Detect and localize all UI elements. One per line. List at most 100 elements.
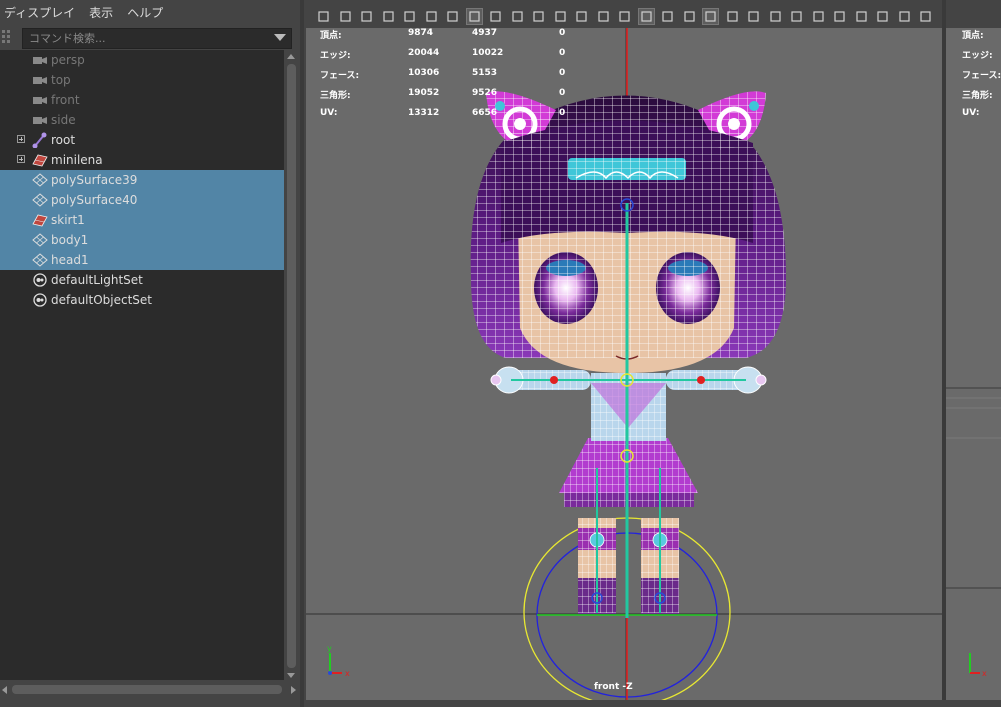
joint-icon xyxy=(32,132,48,149)
outliner-item-top[interactable]: top xyxy=(0,70,284,90)
hud-value-total: 19052 xyxy=(408,88,440,98)
xray-icon[interactable] xyxy=(854,9,869,24)
panel-grip-icon[interactable] xyxy=(2,30,16,46)
outliner-item-side[interactable]: side xyxy=(0,110,284,130)
outliner-item-head1[interactable]: head1 xyxy=(0,250,284,270)
bottom-strip xyxy=(304,700,1001,707)
poly-icon xyxy=(32,232,48,248)
scroll-down-icon[interactable] xyxy=(287,673,295,678)
scroll-left-icon[interactable] xyxy=(2,686,7,694)
viewport-front[interactable]: x y 頂点: 9874 4937 0 エッジ: 20044 10022 0 フェース: 1030… xyxy=(306,28,942,700)
hud-value-component: 0 xyxy=(559,28,566,38)
field-chart-icon[interactable] xyxy=(553,9,568,24)
menu-help[interactable]: ヘルプ xyxy=(120,0,170,26)
scroll-up-icon[interactable] xyxy=(287,54,295,59)
menu-display[interactable]: ディスプレイ xyxy=(0,0,82,26)
outliner-panel: ディスプレイ 表示 ヘルプ persp top front side root minil… xyxy=(0,0,300,707)
pencil-icon[interactable] xyxy=(402,9,417,24)
outliner-item-defaultobjectset[interactable]: defaultObjectSet xyxy=(0,290,284,310)
outliner-item-body1[interactable]: body1 xyxy=(0,230,284,250)
hud-value-component: 0 xyxy=(559,68,566,78)
camera-icon[interactable] xyxy=(316,9,331,24)
bounding-icon[interactable] xyxy=(682,9,697,24)
shaded-icon[interactable] xyxy=(637,8,655,25)
camera-label: front -Z xyxy=(594,682,633,692)
hud-value-selected: 5153 xyxy=(472,68,498,78)
hud-row: UV: 13312 6656 0 xyxy=(320,108,600,122)
isolate-icon[interactable] xyxy=(832,9,847,24)
hud-label: エッジ: xyxy=(320,51,351,61)
hud-value-selected: 9526 xyxy=(472,88,498,98)
outliner-menubar: ディスプレイ 表示 ヘルプ xyxy=(0,0,300,26)
poly-icon xyxy=(32,192,48,208)
hud-value-selected: 4937 xyxy=(472,28,498,38)
ao-icon[interactable] xyxy=(768,9,783,24)
dof-icon[interactable] xyxy=(811,9,826,24)
set-icon xyxy=(32,292,48,308)
outliner-item-minilena[interactable]: minilena xyxy=(0,150,284,170)
horizontal-scrollbar[interactable] xyxy=(0,683,298,697)
vertical-scrollbar[interactable] xyxy=(285,50,298,682)
axis-gizmo-icon: x y xyxy=(327,644,350,678)
mesh-icon xyxy=(32,212,48,228)
outliner-item-persp[interactable]: persp xyxy=(0,50,284,70)
scroll-right-icon[interactable] xyxy=(291,686,296,694)
film-gate-icon[interactable] xyxy=(488,9,503,24)
bookmark-icon[interactable] xyxy=(381,9,396,24)
lock-icon[interactable] xyxy=(338,9,353,24)
safe-action-icon[interactable] xyxy=(531,9,546,24)
resolution-icon[interactable] xyxy=(510,9,525,24)
hud-row: フェース: 10306 5153 0 xyxy=(320,68,600,82)
outliner-item-label: front xyxy=(51,93,80,107)
outliner-item-label: skirt1 xyxy=(51,213,85,227)
outliner-item-label: polySurface39 xyxy=(51,173,138,187)
outliner-item-label: side xyxy=(51,113,76,127)
set-icon xyxy=(32,272,48,288)
gate-mask-icon[interactable] xyxy=(574,9,589,24)
hud-value-selected: 6656 xyxy=(472,108,498,118)
hud-value-component: 0 xyxy=(559,48,566,58)
camera-icon xyxy=(32,52,48,68)
camera-icon xyxy=(32,112,48,128)
expand-icon[interactable] xyxy=(17,135,25,143)
outliner-item-label: body1 xyxy=(51,233,89,247)
outliner-item-label: defaultObjectSet xyxy=(51,293,153,307)
outliner-item-root[interactable]: root xyxy=(0,130,284,150)
hud-label: 頂点: xyxy=(320,31,342,41)
text-icon[interactable] xyxy=(596,9,611,24)
hud-label: UV: xyxy=(320,108,338,118)
outliner-item-label: root xyxy=(51,133,76,147)
hud-value-total: 10306 xyxy=(408,68,440,78)
scene-canvas[interactable]: x y xyxy=(306,28,942,700)
outliner-item-polysurface40[interactable]: polySurface40 xyxy=(0,190,284,210)
expand-icon[interactable] xyxy=(17,155,25,163)
shadow-icon[interactable] xyxy=(746,9,761,24)
command-search-input[interactable] xyxy=(22,28,292,49)
xray-joints-icon[interactable] xyxy=(897,9,912,24)
outliner-item-front[interactable]: front xyxy=(0,90,284,110)
hud-row: 頂点: 9874 4937 0 xyxy=(320,28,600,42)
search-dropdown-icon[interactable] xyxy=(274,34,286,41)
outliner-item-skirt1[interactable]: skirt1 xyxy=(0,210,284,230)
aa-icon[interactable] xyxy=(789,9,804,24)
joint-icon[interactable] xyxy=(875,9,890,24)
outliner-item-polysurface39[interactable]: polySurface39 xyxy=(0,170,284,190)
light-icon[interactable] xyxy=(725,9,740,24)
right-viewport[interactable]: 頂点: エッジ: フェース: 三角形: UV: x xyxy=(946,28,1001,700)
textured-icon[interactable] xyxy=(702,8,719,25)
frame-icon[interactable] xyxy=(918,9,933,24)
camera-icon xyxy=(32,92,48,108)
grid-icon[interactable] xyxy=(465,8,483,25)
wireframe-icon[interactable] xyxy=(617,9,632,24)
menu-show[interactable]: 表示 xyxy=(82,0,120,26)
horizontal-scroll-thumb[interactable] xyxy=(12,685,282,694)
vertical-scroll-thumb[interactable] xyxy=(287,64,296,668)
outliner-item-defaultlightset[interactable]: defaultLightSet xyxy=(0,270,284,290)
outliner-item-label: defaultLightSet xyxy=(51,273,143,287)
brush-icon[interactable] xyxy=(445,9,460,24)
smooth-icon[interactable] xyxy=(660,9,675,24)
film-icon[interactable] xyxy=(359,9,374,24)
move-icon[interactable] xyxy=(424,9,439,24)
panel-splitter[interactable] xyxy=(300,0,304,707)
hud-row: エッジ: 20044 10022 0 xyxy=(320,48,600,62)
